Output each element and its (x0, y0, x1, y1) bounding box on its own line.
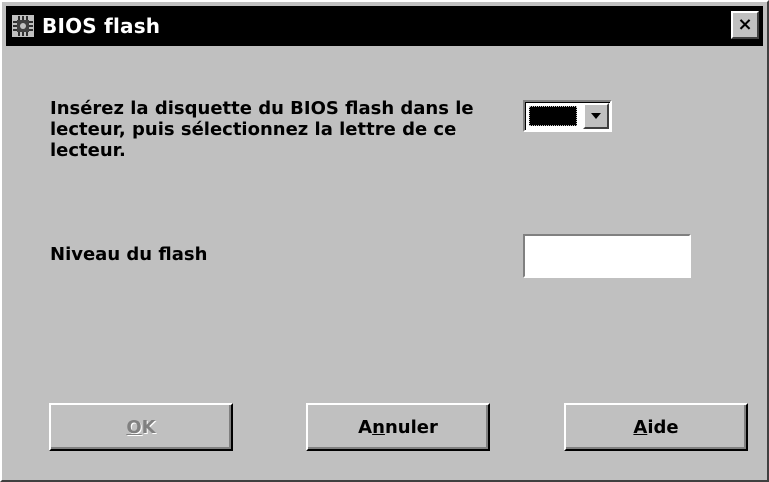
title-bar[interactable]: BIOS flash × (6, 6, 763, 46)
close-button[interactable]: × (731, 11, 759, 39)
close-icon: × (737, 14, 753, 35)
flash-level-label: Niveau du flash (50, 244, 208, 265)
cancel-button[interactable]: Annuler (306, 403, 490, 451)
cancel-button-label: Annuler (358, 416, 438, 438)
ok-button[interactable]: OK (49, 403, 233, 451)
drive-select[interactable] (523, 100, 612, 132)
help-button[interactable]: Aide (564, 403, 748, 451)
bios-chip-icon (12, 15, 34, 37)
flash-level-field[interactable] (523, 234, 691, 278)
bios-flash-dialog: BIOS flash × Insérez la disquette du BIO… (0, 0, 769, 482)
chevron-down-icon (591, 113, 601, 119)
drive-dropdown-button[interactable] (583, 103, 609, 129)
ok-button-label: OK (126, 416, 156, 438)
window-title: BIOS flash (42, 14, 161, 38)
drive-selected-value[interactable] (529, 106, 577, 126)
help-button-label: Aide (633, 416, 679, 438)
instruction-text: Insérez la disquette du BIOS flash dans … (50, 98, 474, 161)
